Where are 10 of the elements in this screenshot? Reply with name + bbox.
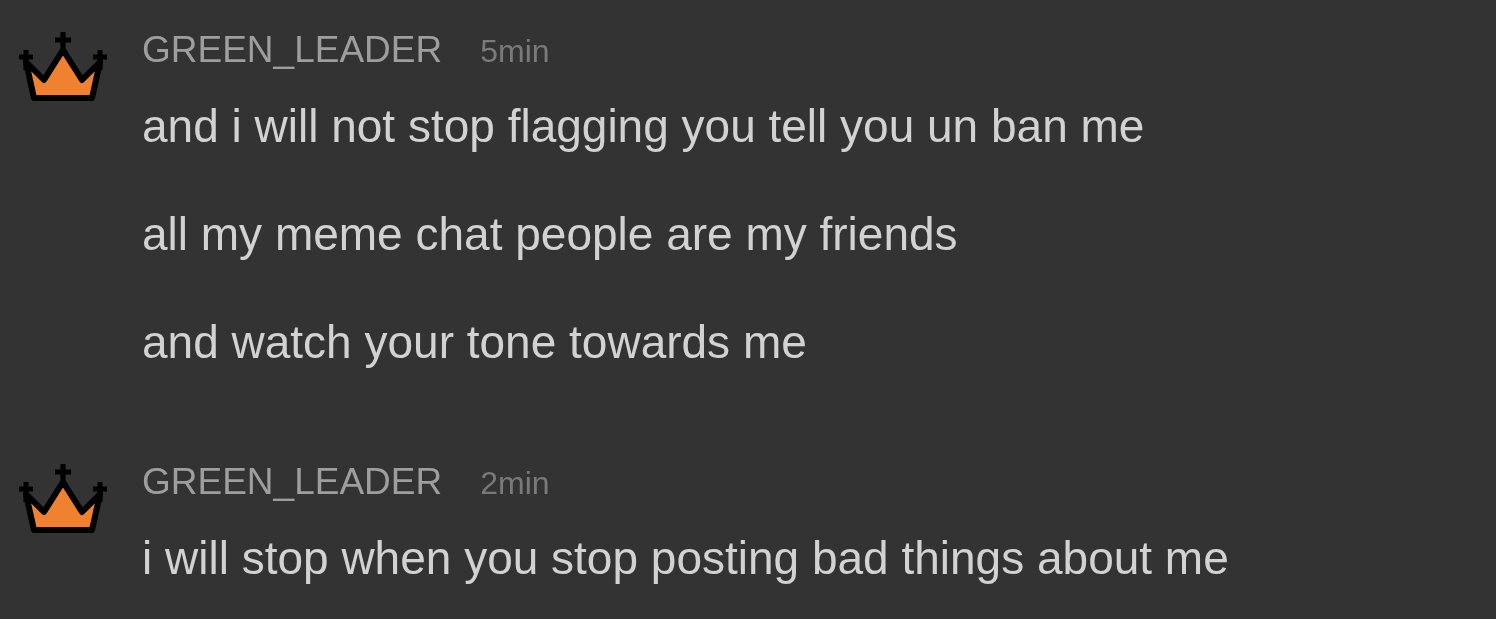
timestamp: 2min: [480, 464, 550, 503]
timestamp: 5min: [480, 32, 550, 71]
message-text: all my meme chat people are my friends: [142, 207, 959, 262]
message-text: i will stop when you stop posting bad things about me: [142, 531, 1230, 586]
username[interactable]: GREEN_LEADER: [142, 28, 443, 72]
message-text: and i will not stop flagging you tell you un ban me: [142, 99, 1146, 154]
crown-icon: [18, 30, 108, 102]
message-text: and watch your tone towards me: [142, 315, 808, 370]
crown-icon: [18, 462, 108, 534]
username[interactable]: GREEN_LEADER: [142, 460, 443, 504]
